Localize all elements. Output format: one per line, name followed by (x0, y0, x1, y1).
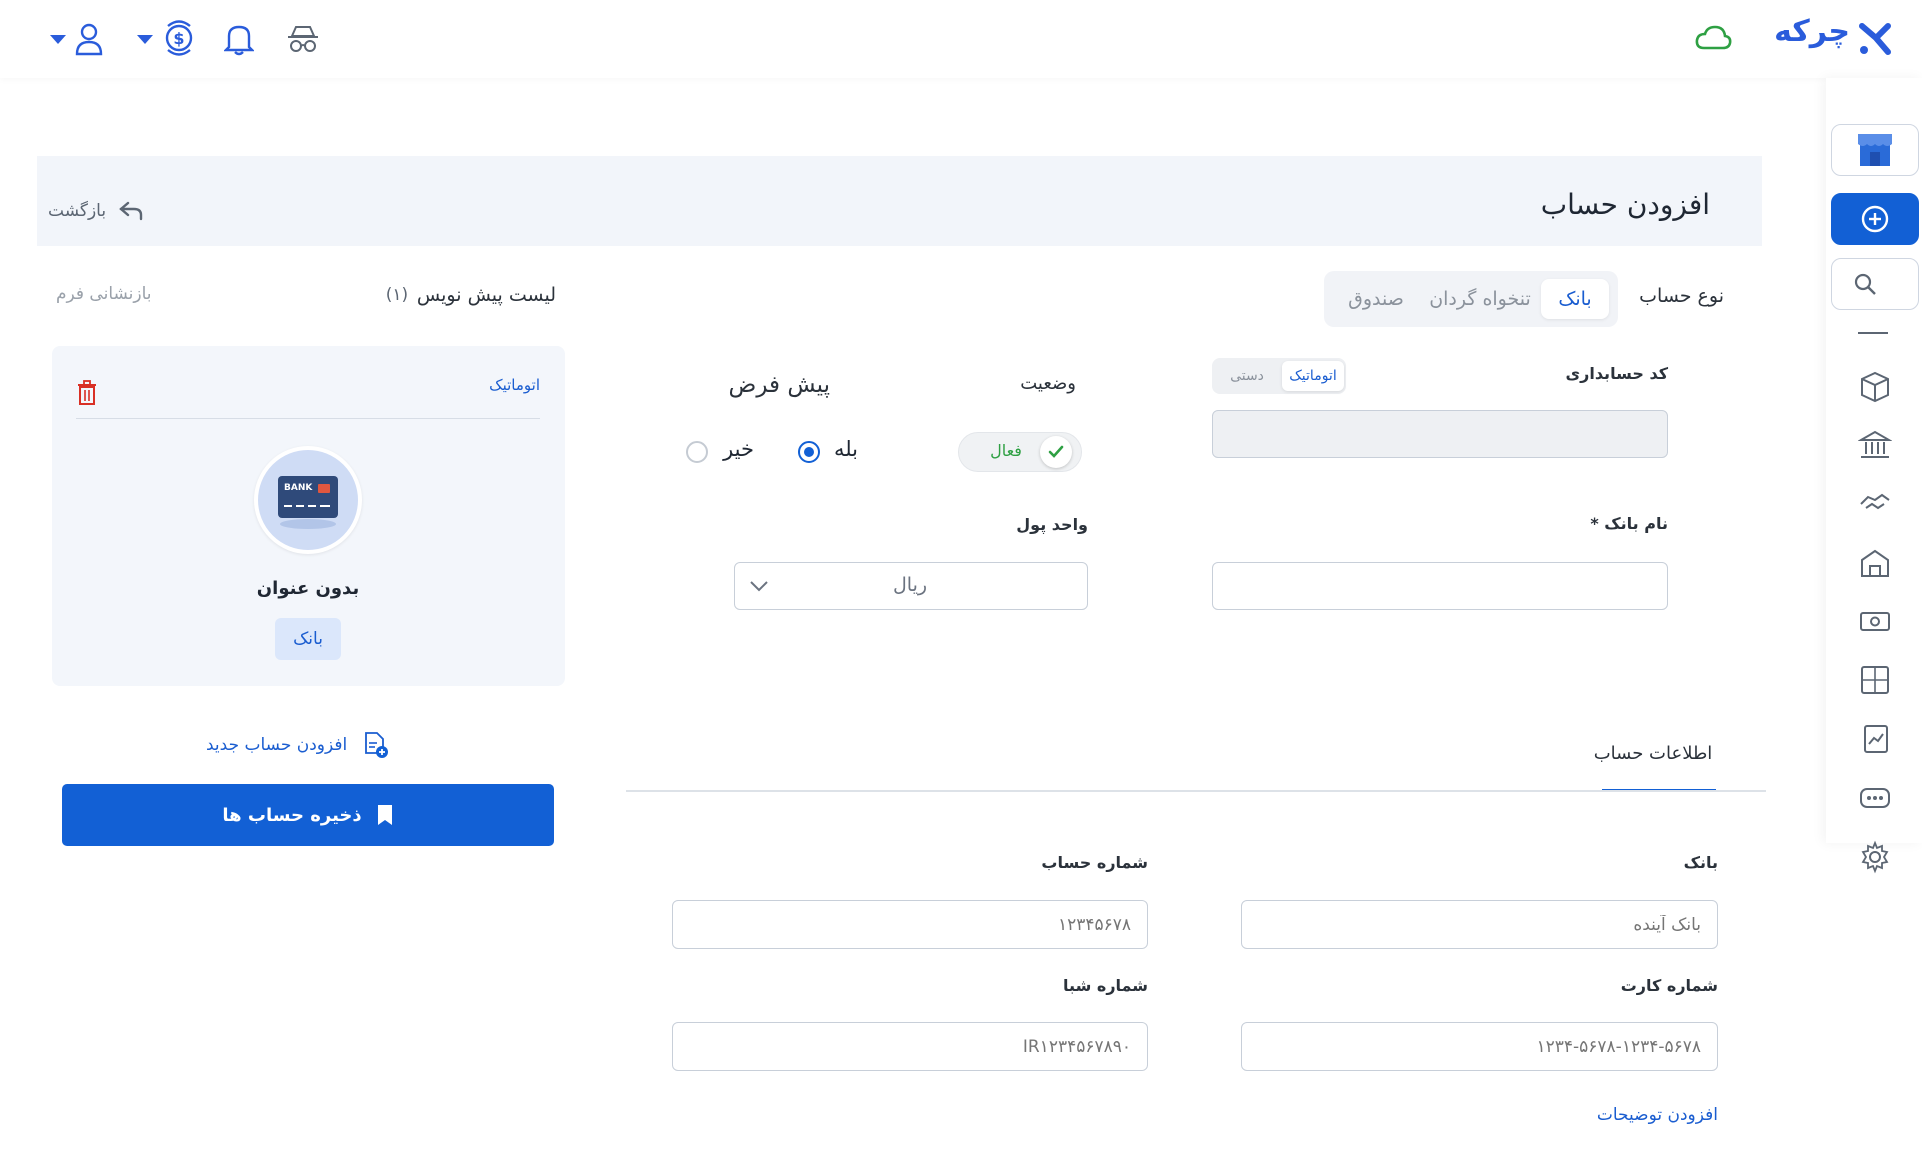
handshake-icon (1860, 493, 1890, 510)
status-value: فعال (990, 441, 1022, 460)
add-new-account-button[interactable]: افزودن حساب جدید (206, 730, 410, 760)
add-new-account-label: افزودن حساب جدید (206, 735, 348, 755)
sidebar-item-deals[interactable] (1856, 484, 1894, 522)
sidebar-add-button[interactable] (1831, 193, 1919, 245)
back-label: بازگشت (48, 201, 107, 221)
bank-card-icon: BANK (278, 476, 338, 529)
accounting-code-label: کد حسابداری (1565, 364, 1668, 383)
card-number-label: شماره کارت (1620, 976, 1718, 995)
bank-field-input[interactable] (1241, 900, 1718, 949)
trash-icon[interactable] (76, 380, 98, 410)
sidebar-item-products[interactable] (1856, 367, 1894, 405)
sidebar-item-warehouse[interactable] (1856, 544, 1894, 582)
plus-circle-icon (1861, 205, 1889, 233)
currency-label: واحد پول (1016, 515, 1088, 534)
chevron-down-icon (748, 578, 770, 598)
top-bar: چرکه $ (0, 0, 1922, 78)
drafts-title: لیست پیش نویس (416, 284, 556, 306)
sidebar-item-bank[interactable] (1856, 426, 1894, 464)
sidebar-item-cash[interactable] (1856, 602, 1894, 640)
status-label: وضعیت (1020, 373, 1076, 394)
currency-value: ریال (892, 574, 928, 596)
box-icon (1861, 371, 1889, 403)
incognito-icon[interactable] (286, 22, 320, 60)
account-type-bank[interactable]: بانک (1541, 279, 1609, 319)
default-no-label: خیر (723, 437, 754, 461)
gear-icon (1861, 840, 1889, 874)
account-number-label: شماره حساب (1041, 853, 1148, 872)
default-no-radio[interactable] (686, 441, 708, 463)
bank-name-label: نام بانک * (1590, 514, 1668, 533)
svg-text:$: $ (173, 29, 184, 48)
draft-card-mode: اتوماتیک (489, 376, 540, 394)
tab-divider (626, 790, 1766, 792)
cash-icon (1860, 612, 1890, 631)
sidebar-item-calculator[interactable] (1856, 661, 1894, 699)
default-yes-radio[interactable] (798, 441, 820, 463)
default-label: پیش فرض (728, 372, 830, 398)
reset-form-link[interactable]: بازنشانی فرم (56, 284, 166, 304)
sidebar-item-more[interactable] (1856, 779, 1894, 817)
account-type-petty-cash[interactable]: تنخواه گردان (1424, 279, 1536, 319)
svg-text:BANK: BANK (284, 483, 313, 493)
accounting-code-auto[interactable]: اتوماتیک (1282, 361, 1344, 391)
app-logo-text: چرکه (1774, 14, 1850, 49)
default-yes-label: بله (833, 437, 858, 461)
sidebar-search-button[interactable] (1831, 258, 1919, 310)
account-number-input[interactable] (672, 900, 1148, 949)
card-number-input[interactable] (1241, 1022, 1718, 1071)
tab-account-info[interactable]: اطلاعات حساب (1590, 743, 1716, 764)
file-add-icon (365, 732, 389, 758)
user-avatar-icon[interactable] (74, 22, 104, 60)
account-type-cashbox[interactable]: صندوق (1340, 279, 1412, 319)
bank-name-input[interactable] (1212, 562, 1668, 610)
currency-dropdown-icon[interactable] (137, 35, 153, 44)
bookmark-icon (377, 805, 392, 825)
drafts-count: (۱) (385, 285, 409, 305)
draft-card-name: بدون عنوان (256, 578, 360, 599)
save-accounts-button[interactable]: ذخیره حساب ها (62, 784, 554, 846)
accounting-code-manual[interactable]: دستی (1216, 361, 1278, 391)
bank-field-label: بانک (1683, 853, 1718, 872)
back-button[interactable]: بازگشت (48, 196, 158, 226)
more-dots-icon (1860, 788, 1890, 808)
currency-exchange-icon[interactable]: $ (160, 18, 198, 62)
sheba-number-label: شماره شبا (1063, 976, 1148, 995)
sidebar-item-reports[interactable] (1856, 720, 1894, 758)
store-icon (1858, 134, 1892, 166)
warehouse-icon (1861, 549, 1889, 577)
app-logo-icon[interactable] (1856, 20, 1894, 58)
sidebar-item-settings[interactable] (1856, 838, 1894, 876)
sidebar-store-button[interactable] (1831, 124, 1919, 176)
sheba-number-input[interactable] (672, 1022, 1148, 1071)
save-accounts-label: ذخیره حساب ها (222, 804, 362, 826)
report-chart-icon (1864, 725, 1888, 753)
add-notes-link[interactable]: افزودن توضیحات (1540, 1105, 1718, 1125)
search-icon (1854, 273, 1876, 295)
sidebar-divider (1858, 332, 1888, 334)
user-dropdown-icon[interactable] (50, 35, 66, 44)
accounting-code-input[interactable] (1212, 410, 1668, 458)
status-check-icon (1040, 436, 1072, 468)
bank-card-avatar: BANK (254, 446, 362, 554)
back-arrow-icon (119, 201, 143, 221)
bank-icon (1858, 430, 1892, 458)
draft-card-divider (76, 418, 540, 419)
draft-card-type-badge: بانک (275, 618, 341, 660)
cloud-sync-icon[interactable] (1694, 24, 1732, 56)
calculator-icon (1861, 666, 1889, 694)
page-title: افزودن حساب (1540, 188, 1710, 221)
bell-icon[interactable] (223, 22, 255, 60)
account-type-label: نوع حساب (1639, 285, 1724, 307)
